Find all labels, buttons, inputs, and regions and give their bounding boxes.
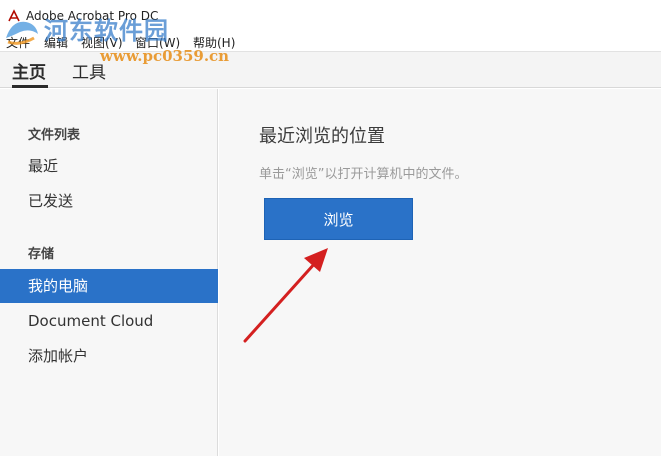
page-title: 最近浏览的位置 [259,126,385,147]
sidebar-item-add-account[interactable]: 添加帐户 [0,339,218,373]
browse-button[interactable]: 浏览 [264,198,413,240]
watermark-text: 河东软件园 [44,16,169,45]
sidebar-item-document-cloud[interactable]: Document Cloud [0,304,218,338]
sidebar-item-my-computer[interactable]: 我的电脑 [0,269,218,303]
watermark-url: www.pc0359.cn [100,47,230,65]
section-title-files: 文件列表 [28,128,81,143]
watermark-logo-icon [6,21,38,45]
section-title-storage: 存储 [28,247,55,262]
sidebar-item-sent[interactable]: 已发送 [0,184,218,218]
tab-home[interactable]: 主页 [12,58,46,83]
sidebar: 文件列表 最近 已发送 存储 我的电脑 Document Cloud 添加帐户 [0,89,218,456]
sidebar-item-recent[interactable]: 最近 [0,149,218,183]
hint-text: 单击“浏览”以打开计算机中的文件。 [259,167,468,182]
tab-active-indicator [12,85,48,88]
main-panel: 最近浏览的位置 单击“浏览”以打开计算机中的文件。 浏览 [219,89,661,456]
